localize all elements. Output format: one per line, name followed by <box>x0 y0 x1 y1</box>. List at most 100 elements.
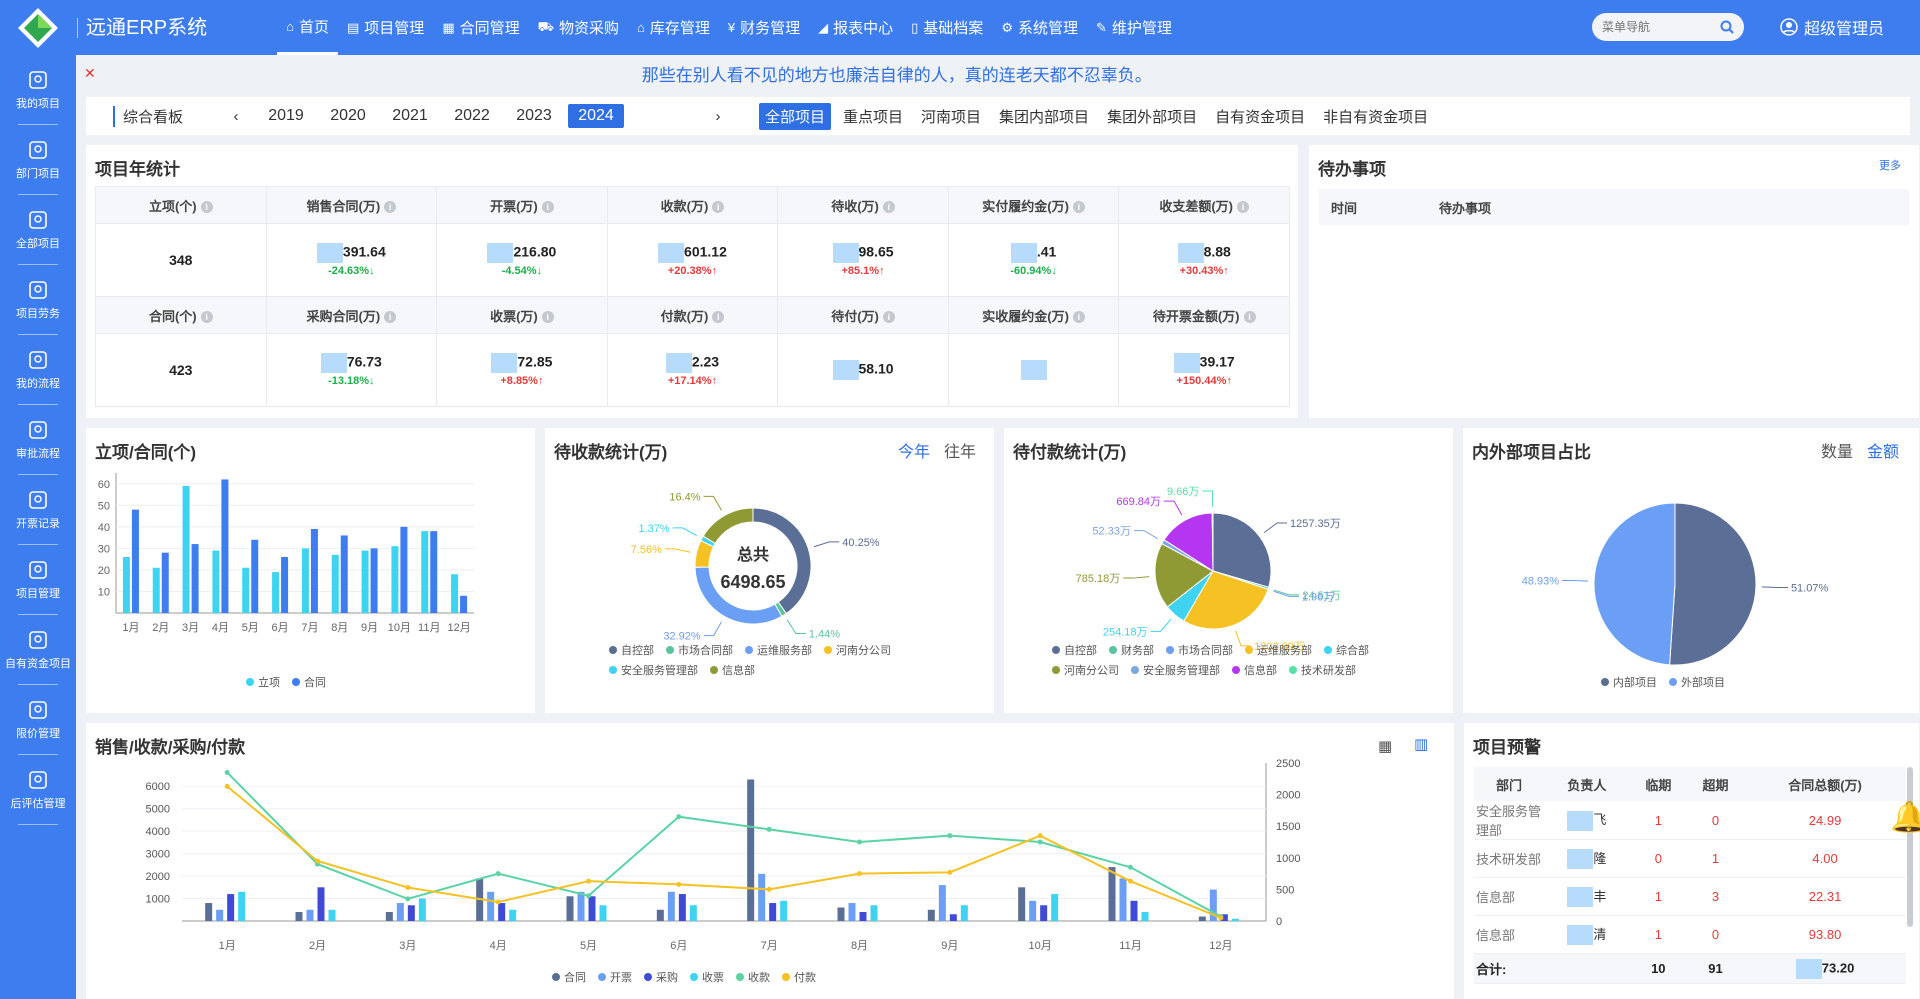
info-icon[interactable]: i <box>541 201 554 214</box>
legend-item[interactable]: 信息部 <box>710 662 755 678</box>
sidebar-item-6[interactable]: 开票记录 <box>0 475 76 545</box>
legend-item[interactable]: 自控部 <box>1052 642 1097 658</box>
project-tab-6[interactable]: 非自有资金项目 <box>1317 103 1434 130</box>
bell-icon[interactable]: 🔔 <box>1890 800 1920 835</box>
menu-search-input[interactable] <box>1602 20 1712 34</box>
x-tick-label: 12月 <box>1209 940 1232 952</box>
nav-item-0[interactable]: ⌂ 首页 <box>277 0 338 55</box>
project-tab-4[interactable]: 集团外部项目 <box>1101 103 1203 130</box>
table-row[interactable]: 信息部 丰 1 3 22.31 <box>1474 877 1906 916</box>
project-tab-1[interactable]: 重点项目 <box>837 103 909 130</box>
user-menu[interactable]: 超级管理员 <box>1780 15 1884 39</box>
legend-item[interactable]: 立项 <box>246 674 280 690</box>
legend-item[interactable]: 安全服务管理部 <box>1131 662 1220 678</box>
legend-item[interactable]: 合同 <box>292 674 326 690</box>
over-cell: 1 <box>1686 839 1745 878</box>
stat-label: 付款(万) <box>660 308 709 324</box>
info-icon[interactable]: i <box>1072 201 1085 214</box>
nav-item-4[interactable]: ⌂ 库存管理 <box>628 0 719 55</box>
legend-item[interactable]: 市场合同部 <box>666 642 733 658</box>
amount-cell: 4.00 <box>1744 839 1906 878</box>
legend-item[interactable]: 河南分公司 <box>1052 662 1119 678</box>
legend-item[interactable]: 运维服务部 <box>745 642 812 658</box>
legend-item[interactable]: 信息部 <box>1232 662 1277 678</box>
info-icon[interactable]: i <box>882 311 895 324</box>
sidebar-item-10[interactable]: 后评估管理 <box>0 755 76 825</box>
project-tab-2[interactable]: 河南项目 <box>915 103 987 130</box>
legend-item[interactable]: 综合部 <box>1324 642 1369 658</box>
sidebar-item-0[interactable]: 我的项目 <box>0 55 76 125</box>
info-icon[interactable]: i <box>1243 311 1256 324</box>
nav-item-1[interactable]: ▤ 项目管理 <box>338 0 433 55</box>
nav-item-9[interactable]: ✎ 维护管理 <box>1087 0 1181 55</box>
legend-item[interactable]: 河南分公司 <box>824 642 891 658</box>
legend-item[interactable]: 付款 <box>782 969 816 985</box>
point-付款-2 <box>405 885 411 891</box>
sidebar-item-9[interactable]: 限价管理 <box>0 685 76 755</box>
year-tab-2023[interactable]: 2023 <box>503 104 565 128</box>
x-tick-label: 8月 <box>851 940 868 952</box>
close-icon[interactable]: ✕ <box>84 65 96 82</box>
sidebar-item-1[interactable]: 部门项目 <box>0 125 76 195</box>
chevron-left-icon[interactable]: ‹ <box>225 108 247 125</box>
bar-收票-3 <box>509 909 517 921</box>
year-tab-2019[interactable]: 2019 <box>255 104 317 128</box>
more-link[interactable]: 更多 <box>1879 157 1901 173</box>
sidebar-item-8[interactable]: 自有资金项目 <box>0 615 76 685</box>
year-tab-2020[interactable]: 2020 <box>317 104 379 128</box>
legend-item[interactable]: 收款 <box>736 969 770 985</box>
nav-item-7[interactable]: ▯ 基础档案 <box>902 0 992 55</box>
info-icon[interactable]: i <box>712 311 725 324</box>
legend-item[interactable]: 运维服务部 <box>1245 642 1312 658</box>
search-icon[interactable] <box>1720 20 1734 34</box>
nav-label: 财务管理 <box>740 20 801 37</box>
nav-item-5[interactable]: ¥ 财务管理 <box>719 0 809 55</box>
project-tab-5[interactable]: 自有资金项目 <box>1209 103 1311 130</box>
info-icon[interactable]: i <box>541 311 554 324</box>
legend-item[interactable]: 市场合同部 <box>1166 642 1233 658</box>
menu-search[interactable] <box>1592 13 1744 41</box>
legend-item[interactable]: 合同 <box>552 969 586 985</box>
sidebar-item-5[interactable]: 审批流程 <box>0 405 76 475</box>
amount-cell: 22.31 <box>1744 877 1906 916</box>
info-icon[interactable]: i <box>200 201 213 214</box>
year-tab-2022[interactable]: 2022 <box>441 104 503 128</box>
info-icon[interactable]: i <box>200 311 213 324</box>
sidebar-item-4[interactable]: 我的流程 <box>0 335 76 405</box>
scrollbar[interactable] <box>1907 767 1913 927</box>
sidebar-item-3[interactable]: 项目劳务 <box>0 265 76 335</box>
legend-item[interactable]: 开票 <box>598 969 632 985</box>
legend-item[interactable]: 自控部 <box>609 642 654 658</box>
chevron-right-icon[interactable]: › <box>707 108 729 125</box>
info-icon[interactable]: i <box>384 311 397 324</box>
info-icon[interactable]: i <box>712 201 725 214</box>
year-tab-2021[interactable]: 2021 <box>379 104 441 128</box>
nav-item-8[interactable]: ⚙ 系统管理 <box>992 0 1087 55</box>
project-tab-0[interactable]: 全部项目 <box>759 102 832 130</box>
info-icon[interactable]: i <box>1072 311 1085 324</box>
legend-item[interactable]: 安全服务管理部 <box>609 662 698 678</box>
info-icon[interactable]: i <box>384 201 397 214</box>
year-tab-2024[interactable]: 2024 <box>568 104 624 128</box>
legend-item[interactable]: 财务部 <box>1109 642 1154 658</box>
info-icon[interactable]: i <box>882 201 895 214</box>
point-收款-2 <box>405 896 411 902</box>
nav-item-3[interactable]: ⛟ 物资采购 <box>529 0 628 55</box>
legend-item[interactable]: 技术研发部 <box>1289 662 1356 678</box>
sidebar-item-2[interactable]: 全部项目 <box>0 195 76 265</box>
slice-label-line-0 <box>813 541 840 548</box>
table-row[interactable]: 安全服务管理部 飞 1 0 24.99 <box>1474 801 1906 840</box>
project-tab-3[interactable]: 集团内部项目 <box>993 103 1095 130</box>
sidebar-item-icon <box>29 141 47 159</box>
table-row[interactable]: 信息部 清 1 0 93.80 <box>1474 915 1906 954</box>
legend-item[interactable]: 收票 <box>690 969 724 985</box>
app-logo[interactable] <box>0 0 75 55</box>
sidebar-item-7[interactable]: 项目管理 <box>0 545 76 615</box>
info-icon[interactable]: i <box>1237 201 1250 214</box>
table-row[interactable]: 技术研发部 隆 0 1 4.00 <box>1474 839 1906 878</box>
legend-item[interactable]: 内部项目 <box>1601 674 1657 690</box>
legend-item[interactable]: 外部项目 <box>1669 674 1725 690</box>
nav-item-6[interactable]: ◢ 报表中心 <box>809 0 902 55</box>
nav-item-2[interactable]: ▦ 合同管理 <box>433 0 528 55</box>
legend-item[interactable]: 采购 <box>644 969 678 985</box>
